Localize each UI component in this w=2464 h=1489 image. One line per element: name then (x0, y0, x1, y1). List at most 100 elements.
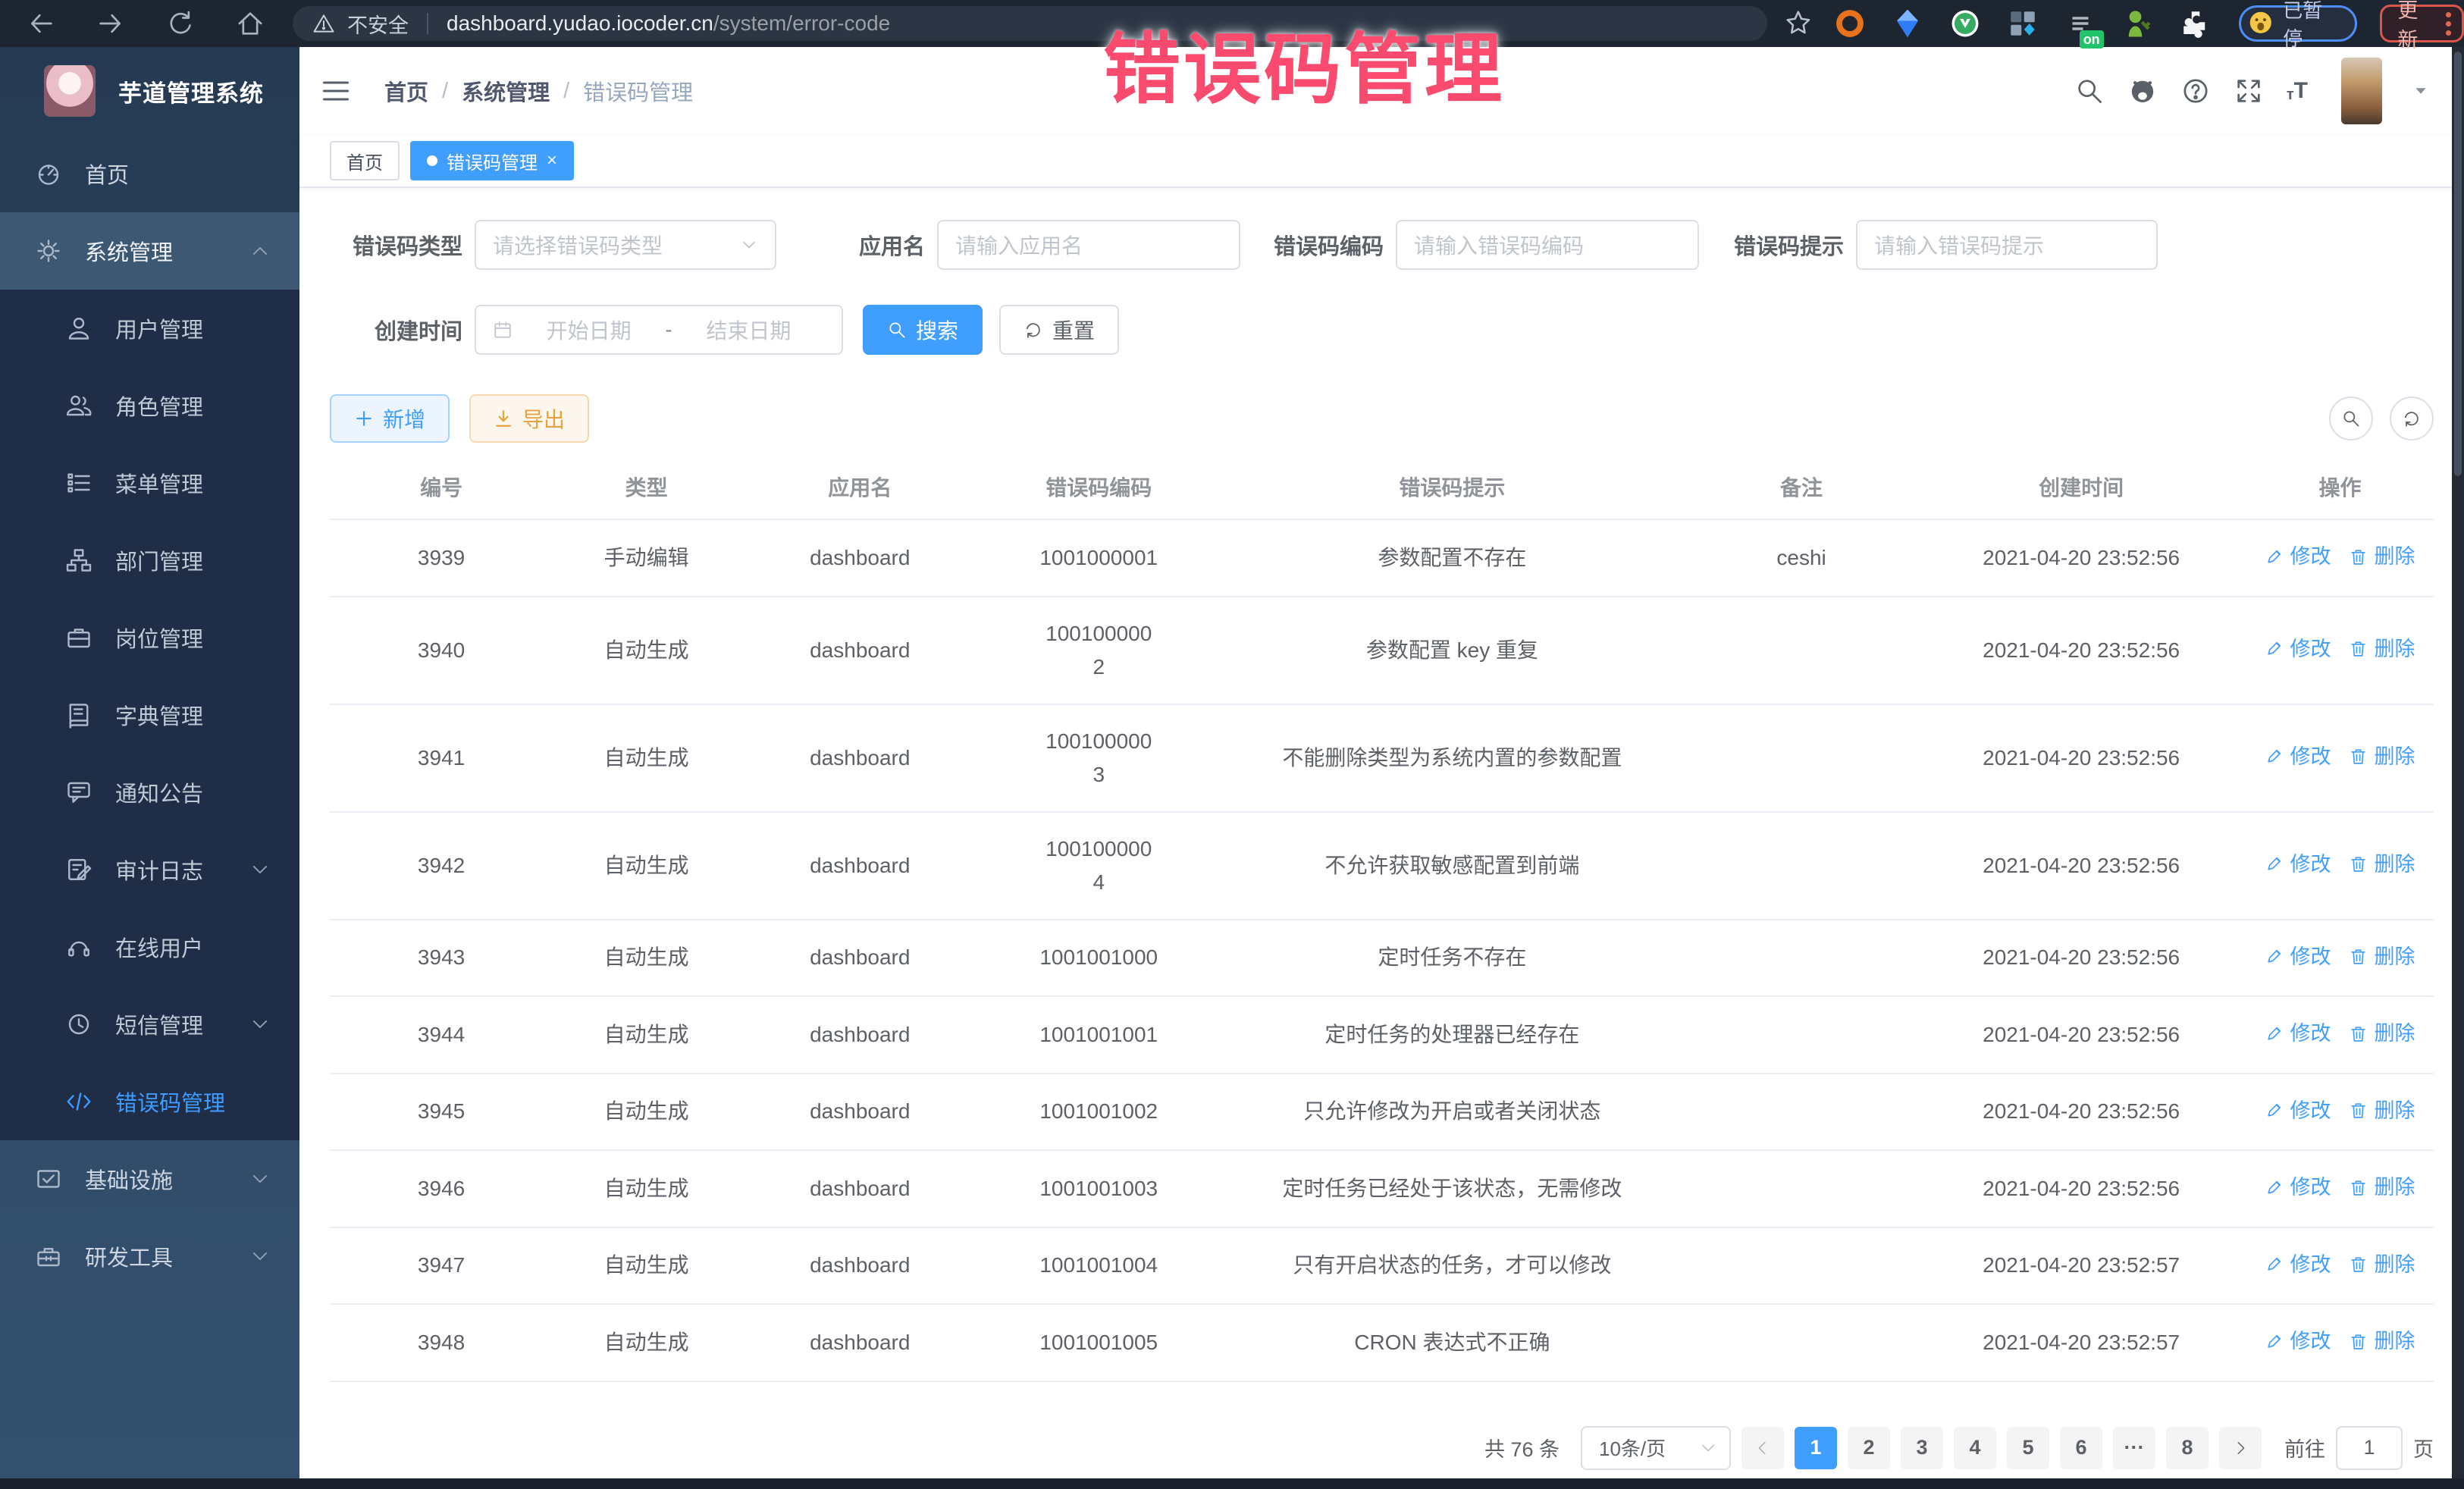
help-icon[interactable] (2180, 76, 2211, 106)
page-button-8[interactable]: 8 (2166, 1427, 2209, 1469)
grid-extension-icon[interactable] (2007, 8, 2039, 39)
delete-link[interactable]: 删除 (2349, 848, 2415, 881)
trash-icon (2349, 854, 2368, 873)
page-button-···[interactable]: ··· (2113, 1427, 2155, 1469)
goto-page-input[interactable] (2336, 1426, 2403, 1470)
chevron-down-icon (249, 859, 271, 880)
search-button[interactable]: 搜索 (863, 305, 983, 355)
sidebar-item-10[interactable]: 在线用户 (0, 908, 299, 986)
edit-link[interactable]: 修改 (2265, 848, 2331, 881)
error-code-input[interactable]: 请输入错误码编码 (1396, 220, 1699, 270)
home-icon[interactable] (235, 8, 265, 39)
export-button[interactable]: 导出 (469, 394, 589, 443)
delete-link[interactable]: 删除 (2349, 1324, 2415, 1358)
back-icon[interactable] (26, 8, 56, 39)
profile-paused-badge[interactable]: 已暂停 (2239, 5, 2358, 42)
blue-gem-extension-icon[interactable] (1892, 8, 1923, 39)
page-button-3[interactable]: 3 (1901, 1427, 1943, 1469)
app-name-input[interactable]: 请输入应用名 (937, 220, 1240, 270)
url-bar[interactable]: 不安全 dashboard.yudao.iocoder.cn/system/er… (293, 6, 1767, 41)
page-size-select[interactable]: 10条/页 (1581, 1426, 1731, 1470)
page-button-2[interactable]: 2 (1848, 1427, 1890, 1469)
green-key-extension-icon[interactable] (2122, 8, 2154, 39)
reload-icon[interactable] (165, 8, 196, 39)
browser-scrollbar[interactable] (2452, 47, 2464, 1489)
github-icon[interactable] (2127, 76, 2158, 106)
delete-link[interactable]: 删除 (2349, 1017, 2415, 1050)
sidebar-item-12[interactable]: 错误码管理 (0, 1063, 299, 1140)
edit-pencil-icon (2265, 747, 2284, 766)
page-button-6[interactable]: 6 (2060, 1427, 2102, 1469)
date-range-picker[interactable]: 开始日期 - 结束日期 (475, 305, 843, 355)
puzzle-extensions-icon[interactable] (2180, 8, 2212, 39)
refresh-icon (1024, 320, 1043, 340)
browser-menu-dots-icon[interactable] (2446, 12, 2451, 36)
user-avatar[interactable] (2341, 58, 2382, 124)
delete-link[interactable]: 删除 (2349, 1248, 2415, 1281)
tab-active[interactable]: 错误码管理× (410, 141, 574, 180)
list-extension-icon[interactable]: on (2064, 8, 2096, 39)
sidebar-item-label: 通知公告 (115, 776, 203, 808)
vue-devtools-extension-icon[interactable] (1949, 8, 1981, 39)
delete-link[interactable]: 删除 (2349, 740, 2415, 773)
tab-view[interactable]: 首页 (330, 141, 400, 180)
plus-icon (354, 409, 374, 428)
show-search-button[interactable] (2329, 397, 2373, 440)
sidebar-item-3[interactable]: 角色管理 (0, 367, 299, 444)
close-icon[interactable]: × (547, 150, 557, 171)
sidebar-item-8[interactable]: 通知公告 (0, 754, 299, 831)
page-button-5[interactable]: 5 (2007, 1427, 2049, 1469)
edit-link[interactable]: 修改 (2265, 1171, 2331, 1204)
sidebar-item-1[interactable]: 系统管理 (0, 212, 299, 290)
edit-link[interactable]: 修改 (2265, 1017, 2331, 1050)
breadcrumb-item[interactable]: 错误码管理 (583, 75, 693, 107)
fullscreen-icon[interactable] (2234, 76, 2264, 106)
bookmark-star-icon[interactable] (1784, 8, 1813, 39)
refresh-table-button[interactable] (2390, 397, 2434, 440)
breadcrumb-item[interactable]: 系统管理 (462, 75, 550, 107)
search-icon[interactable] (2074, 76, 2105, 106)
page-button-1[interactable]: 1 (1795, 1427, 1837, 1469)
sidebar-item-9[interactable]: 审计日志 (0, 831, 299, 908)
edit-link[interactable]: 修改 (2265, 1248, 2331, 1281)
sidebar-item-2[interactable]: 用户管理 (0, 290, 299, 367)
error-type-select[interactable]: 请选择错误码类型 (475, 220, 776, 270)
app-logo[interactable]: 芋道管理系统 (0, 47, 299, 135)
orange-ring-extension-icon[interactable] (1834, 8, 1866, 39)
sidebar-item-14[interactable]: 研发工具 (0, 1218, 299, 1295)
next-page-button[interactable] (2219, 1427, 2262, 1469)
edit-link[interactable]: 修改 (2265, 740, 2331, 773)
sidebar-item-11[interactable]: 短信管理 (0, 986, 299, 1063)
edit-link[interactable]: 修改 (2265, 540, 2331, 573)
edit-link[interactable]: 修改 (2265, 632, 2331, 666)
collapse-menu-icon[interactable] (319, 74, 353, 108)
sidebar-item-7[interactable]: 字典管理 (0, 676, 299, 754)
delete-link[interactable]: 删除 (2349, 1171, 2415, 1204)
reset-button[interactable]: 重置 (999, 305, 1119, 355)
error-tip-input[interactable]: 请输入错误码提示 (1856, 220, 2158, 270)
sidebar-item-6[interactable]: 岗位管理 (0, 599, 299, 676)
trash-icon (2349, 1178, 2368, 1197)
font-size-icon[interactable]: тT (2287, 80, 2308, 102)
update-button[interactable]: 更新 (2380, 5, 2464, 42)
delete-link[interactable]: 删除 (2349, 940, 2415, 973)
sidebar-item-4[interactable]: 菜单管理 (0, 444, 299, 522)
forward-icon[interactable] (96, 8, 126, 39)
breadcrumb-item[interactable]: 首页 (384, 75, 428, 107)
edit-link[interactable]: 修改 (2265, 1324, 2331, 1358)
page-button-4[interactable]: 4 (1954, 1427, 1996, 1469)
add-button[interactable]: 新增 (330, 394, 450, 443)
scrollbar-thumb[interactable] (2454, 52, 2462, 476)
prev-page-button[interactable] (1741, 1427, 1784, 1469)
edit-link[interactable]: 修改 (2265, 1094, 2331, 1127)
delete-link[interactable]: 删除 (2349, 632, 2415, 666)
edit-pencil-icon (2265, 547, 2284, 566)
sidebar-item-0[interactable]: 首页 (0, 135, 299, 212)
sidebar-item-5[interactable]: 部门管理 (0, 522, 299, 599)
delete-link[interactable]: 删除 (2349, 1094, 2415, 1127)
chevron-down-icon[interactable] (2411, 81, 2431, 101)
sidebar-item-13[interactable]: 基础设施 (0, 1140, 299, 1218)
delete-link[interactable]: 删除 (2349, 540, 2415, 573)
edit-link[interactable]: 修改 (2265, 940, 2331, 973)
update-label: 更新 (2397, 0, 2435, 53)
